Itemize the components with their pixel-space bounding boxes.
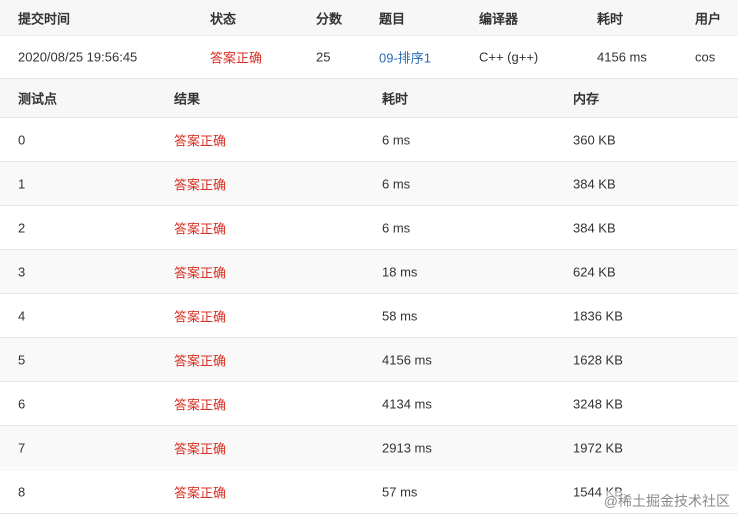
testcase-time: 18 ms (382, 264, 418, 279)
submission-time: 2020/08/25 19:56:45 (18, 49, 138, 65)
header-duration: 耗时 (597, 11, 624, 26)
testcase-time: 4156 ms (382, 352, 432, 367)
header-result: 结果 (174, 91, 201, 107)
header-status: 状态 (210, 11, 237, 26)
testcase-id: 5 (18, 352, 26, 367)
testcase-table-header: 测试点 结果 耗时 内存 (0, 79, 738, 118)
testcase-time: 6 ms (382, 132, 411, 147)
testcase-id: 0 (18, 132, 26, 147)
submission-duration: 4156 ms (597, 49, 647, 65)
submission-score: 25 (316, 49, 331, 65)
testcase-memory: 1836 KB (573, 308, 623, 323)
table-row: 0 答案正确 6 ms 360 KB (0, 118, 738, 162)
testcase-time: 58 ms (382, 308, 418, 323)
table-row: 3 答案正确 18 ms 624 KB (0, 250, 738, 294)
testcase-result: 答案正确 (174, 441, 227, 456)
problem-link[interactable]: 09-排序1 (379, 48, 431, 67)
testcase-id: 3 (18, 264, 26, 279)
header-submit-time: 提交时间 (18, 11, 71, 26)
table-row: 4 答案正确 58 ms 1836 KB (0, 294, 738, 338)
table-row: 7 答案正确 2913 ms 1972 KB (0, 426, 738, 470)
testcase-time: 57 ms (382, 484, 418, 499)
testcase-id: 6 (18, 396, 26, 411)
testcase-result: 答案正确 (174, 265, 227, 280)
testcase-memory: 624 KB (573, 264, 616, 279)
testcase-memory: 1628 KB (573, 352, 623, 367)
testcase-memory: 3248 KB (573, 396, 623, 411)
header-compiler: 编译器 (479, 11, 519, 26)
testcase-result: 答案正确 (174, 221, 227, 236)
submission-result-page: 提交时间 状态 分数 题目 编译器 耗时 用户 2020/08/25 19:56… (0, 0, 738, 515)
header-memory: 内存 (573, 91, 600, 107)
testcase-time: 2913 ms (382, 440, 432, 455)
submission-row: 2020/08/25 19:56:45 答案正确 25 09-排序1 C++ (… (0, 36, 738, 79)
testcase-time: 4134 ms (382, 396, 432, 411)
testcase-result: 答案正确 (174, 485, 227, 500)
table-row: 1 答案正确 6 ms 384 KB (0, 162, 738, 206)
table-row: 2 答案正确 6 ms 384 KB (0, 206, 738, 250)
testcase-result: 答案正确 (174, 177, 227, 192)
testcase-result: 答案正确 (174, 133, 227, 148)
testcase-id: 7 (18, 440, 26, 455)
testcase-result: 答案正确 (174, 309, 227, 324)
testcase-memory: 1972 KB (573, 440, 623, 455)
testcase-id: 1 (18, 176, 26, 191)
testcase-id: 2 (18, 220, 26, 235)
table-row: 6 答案正确 4134 ms 3248 KB (0, 382, 738, 426)
submission-table-header: 提交时间 状态 分数 题目 编译器 耗时 用户 (0, 0, 738, 36)
submission-status: 答案正确 (210, 50, 263, 66)
header-problem: 题目 (379, 11, 406, 26)
testcase-result: 答案正确 (174, 397, 227, 412)
testcase-time: 6 ms (382, 176, 411, 191)
submission-user: cos (695, 49, 716, 65)
table-row: 5 答案正确 4156 ms 1628 KB (0, 338, 738, 382)
testcase-result: 答案正确 (174, 353, 227, 368)
testcase-id: 4 (18, 308, 26, 323)
testcase-id: 8 (18, 484, 26, 499)
testcase-memory: 384 KB (573, 220, 616, 235)
watermark: @稀土掘金技术社区 (601, 491, 732, 511)
submission-compiler: C++ (g++) (479, 49, 539, 65)
header-time: 耗时 (382, 91, 409, 107)
testcase-memory: 384 KB (573, 176, 616, 191)
header-user: 用户 (695, 11, 722, 26)
testcase-memory: 360 KB (573, 132, 616, 147)
header-score: 分数 (316, 11, 343, 26)
header-testcase: 测试点 (18, 91, 58, 107)
testcase-time: 6 ms (382, 220, 411, 235)
